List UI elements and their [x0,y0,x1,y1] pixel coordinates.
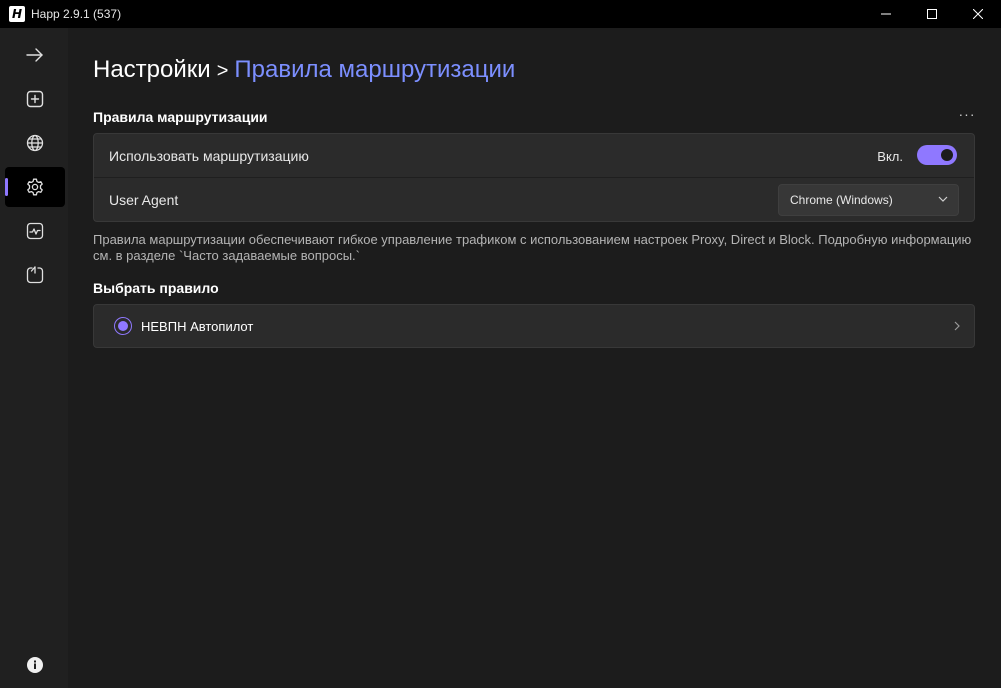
rule-section-title: Выбрать правило [93,280,219,296]
sidebar-item-servers[interactable] [5,123,65,163]
chevron-down-icon [938,196,948,202]
window-title: Happ 2.9.1 (537) [31,7,122,21]
main-content: Настройки > Правила маршрутизации Правила … [68,28,1001,688]
maximize-icon [927,9,937,19]
power-icon [26,266,44,284]
user-agent-value: Chrome (Windows) [790,193,893,207]
routing-settings-card: Использовать маршрутизацию Вкл. User Age… [93,133,975,222]
arrow-right-icon [26,48,43,62]
maximize-button[interactable] [909,0,955,28]
use-routing-label: Использовать маршрутизацию [109,148,309,164]
active-indicator [5,178,8,196]
user-agent-label: User Agent [109,192,179,208]
globe-icon [26,134,44,152]
toggle-state-label: Вкл. [877,149,903,164]
info-icon [27,657,43,673]
app-logo-icon: H [9,6,25,22]
sidebar [0,28,68,688]
sidebar-item-about[interactable] [5,645,65,685]
title-bar: H Happ 2.9.1 (537) [0,0,1001,28]
breadcrumb-current: Правила маршрутизации [234,56,516,83]
sidebar-item-add[interactable] [5,79,65,119]
radio-dot [118,321,128,331]
rule-radio[interactable] [114,317,132,335]
routing-section-title: Правила маршрутизации [93,109,268,125]
rule-select-row[interactable]: НЕВПН Автопилот [93,304,975,348]
sidebar-item-monitor[interactable] [5,211,65,251]
user-agent-row: User Agent Chrome (Windows) [94,178,974,222]
more-options-button[interactable]: ··· [954,106,980,122]
minimize-icon [881,13,891,15]
selected-rule-label: НЕВПН Автопилот [141,319,254,334]
close-button[interactable] [955,0,1001,28]
breadcrumb: Настройки > Правила маршрутизации [93,56,515,84]
gear-icon [27,178,43,196]
routing-description: Правила маршрутизации обеспечивают гибко… [93,232,972,263]
minimize-button[interactable] [863,0,909,28]
close-icon [973,9,983,19]
breadcrumb-root[interactable]: Настройки [93,56,211,83]
activity-chart-icon [26,222,44,240]
breadcrumb-separator: > [216,60,229,82]
more-dots-icon: ··· [958,106,976,122]
chevron-right-icon [954,321,960,331]
sidebar-item-settings[interactable] [5,167,65,207]
sidebar-item-power[interactable] [5,255,65,295]
user-agent-dropdown[interactable]: Chrome (Windows) [778,184,959,216]
toggle-knob [941,149,953,161]
add-square-icon [26,90,44,108]
sidebar-item-connect[interactable] [5,35,65,75]
use-routing-toggle[interactable] [917,145,957,165]
use-routing-row: Использовать маршрутизацию Вкл. [94,134,974,178]
